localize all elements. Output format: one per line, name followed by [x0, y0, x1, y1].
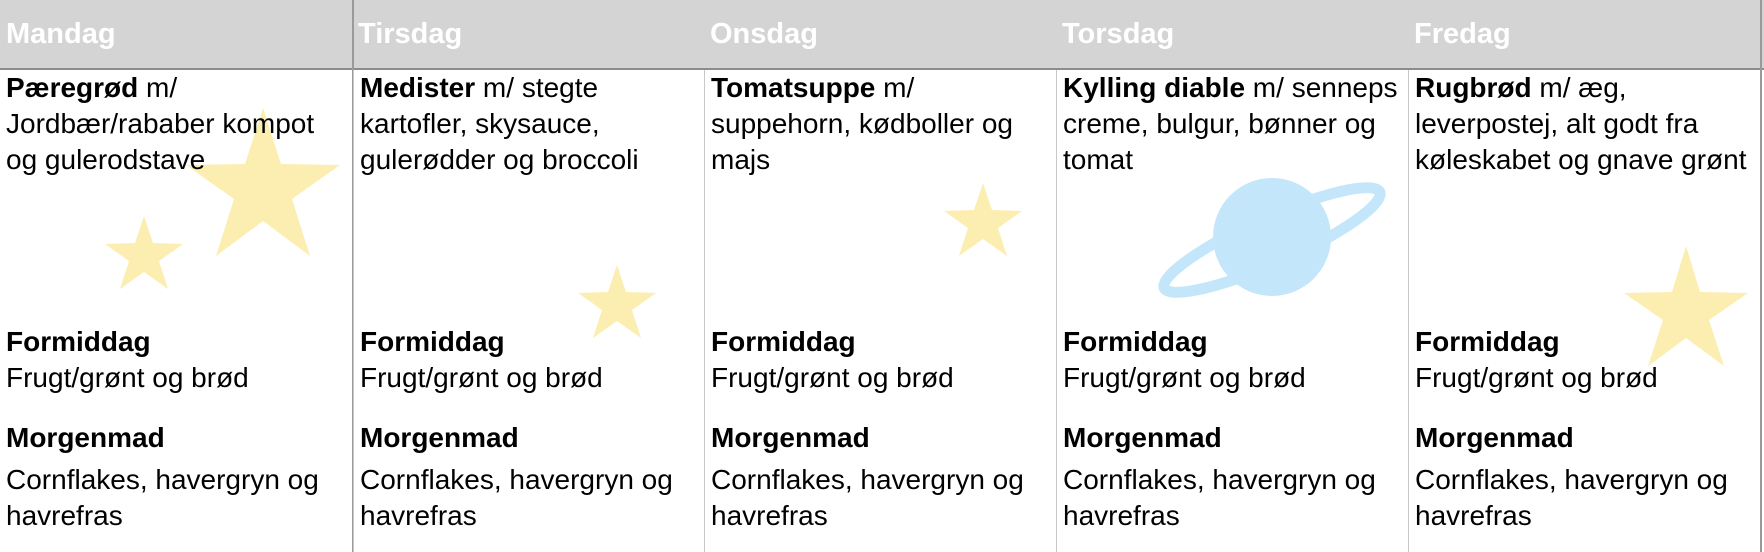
dish-text: Tomatsuppe m/ suppehorn, kødboller og ma…	[711, 70, 1051, 178]
dish-text: Pæregrød m/ Jordbær/rababer kompot og gu…	[6, 70, 346, 178]
snack-title: Formiddag	[1415, 326, 1560, 357]
breakfast-title: Morgenmad	[1415, 422, 1574, 453]
breakfast-block: Morgenmad Cornflakes, havergryn og havre…	[1063, 420, 1403, 534]
breakfast-block: Morgenmad Cornflakes, havergryn og havre…	[360, 420, 700, 534]
snack-text: Frugt/grønt og brød	[6, 362, 249, 393]
day-header-tirsdag: Tirsdag	[358, 18, 463, 50]
snack-text: Frugt/grønt og brød	[711, 362, 954, 393]
breakfast-text: Cornflakes, havergryn og havrefras	[360, 464, 673, 531]
dish-text: Rugbrød m/ æg, leverpostej, alt godt fra…	[1415, 70, 1755, 178]
breakfast-text: Cornflakes, havergryn og havrefras	[711, 464, 1024, 531]
snack-title: Formiddag	[711, 326, 856, 357]
day-header-onsdag: Onsdag	[710, 18, 818, 50]
meal-plan-grid: Mandag Tirsdag Onsdag Torsdag Fredag Pær…	[0, 0, 1764, 552]
snack-text: Frugt/grønt og brød	[1415, 362, 1658, 393]
snack-block: Formiddag Frugt/grønt og brød	[360, 324, 700, 396]
snack-title: Formiddag	[1063, 326, 1208, 357]
snack-block: Formiddag Frugt/grønt og brød	[6, 324, 346, 396]
breakfast-text: Cornflakes, havergryn og havrefras	[1415, 464, 1728, 531]
breakfast-block: Morgenmad Cornflakes, havergryn og havre…	[1415, 420, 1755, 534]
breakfast-block: Morgenmad Cornflakes, havergryn og havre…	[711, 420, 1051, 534]
dish-name: Pæregrød	[6, 72, 139, 103]
breakfast-text: Cornflakes, havergryn og havrefras	[6, 464, 319, 531]
snack-block: Formiddag Frugt/grønt og brød	[711, 324, 1051, 396]
day-column-onsdag: Tomatsuppe m/ suppehorn, kødboller og ma…	[704, 70, 1056, 552]
breakfast-title: Morgenmad	[6, 422, 165, 453]
day-column-mandag: Pæregrød m/ Jordbær/rababer kompot og gu…	[0, 70, 352, 552]
breakfast-text: Cornflakes, havergryn og havrefras	[1063, 464, 1376, 531]
snack-block: Formiddag Frugt/grønt og brød	[1415, 324, 1755, 396]
dish-text: Medister m/ stegte kartofler, skysauce, …	[360, 70, 700, 178]
snack-title: Formiddag	[6, 326, 151, 357]
snack-text: Frugt/grønt og brød	[360, 362, 603, 393]
breakfast-title: Morgenmad	[1063, 422, 1222, 453]
dish-name: Medister	[360, 72, 476, 103]
snack-title: Formiddag	[360, 326, 505, 357]
header-row: Mandag Tirsdag Onsdag Torsdag Fredag	[0, 0, 1764, 70]
snack-text: Frugt/grønt og brød	[1063, 362, 1306, 393]
day-header-fredag: Fredag	[1414, 18, 1511, 50]
dish-name: Tomatsuppe	[711, 72, 876, 103]
breakfast-title: Morgenmad	[711, 422, 870, 453]
day-header-torsdag: Torsdag	[1062, 18, 1175, 50]
day-column-fredag: Rugbrød m/ æg, leverpostej, alt godt fra…	[1408, 70, 1760, 552]
breakfast-title: Morgenmad	[360, 422, 519, 453]
dish-name: Kylling diable	[1063, 72, 1246, 103]
dish-text: Kylling diable m/ senneps creme, bulgur,…	[1063, 70, 1403, 178]
day-column-tirsdag: Medister m/ stegte kartofler, skysauce, …	[353, 70, 705, 552]
dish-name: Rugbrød	[1415, 72, 1532, 103]
day-header-mandag: Mandag	[6, 18, 116, 50]
breakfast-block: Morgenmad Cornflakes, havergryn og havre…	[6, 420, 346, 534]
day-column-torsdag: Kylling diable m/ senneps creme, bulgur,…	[1056, 70, 1408, 552]
snack-block: Formiddag Frugt/grønt og brød	[1063, 324, 1403, 396]
table-right-edge	[1760, 0, 1762, 552]
